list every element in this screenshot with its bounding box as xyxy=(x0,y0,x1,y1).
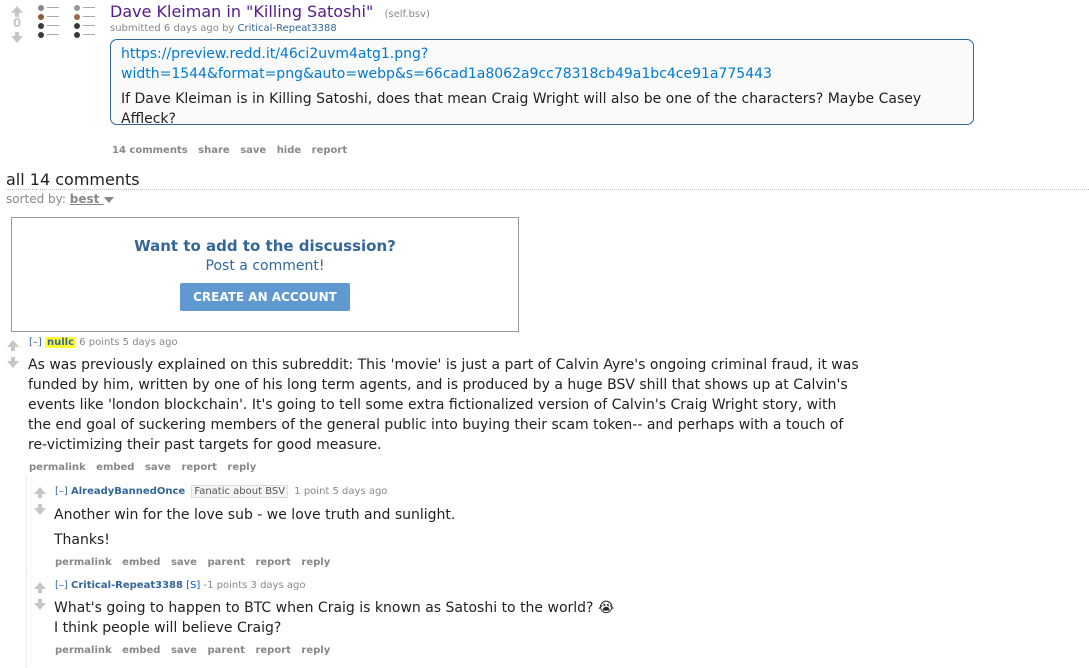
collapse-toggle[interactable]: [–] xyxy=(55,486,68,497)
comment-line: As was previously explained on this subr… xyxy=(28,357,859,373)
downvote-arrow-icon[interactable] xyxy=(34,603,46,610)
comment-actions: permalink embed save report reply xyxy=(29,462,263,473)
reply-link[interactable]: reply xyxy=(227,462,256,473)
create-account-button[interactable]: CREATE AN ACCOUNT xyxy=(180,283,350,311)
post-domain[interactable]: (self.bsv) xyxy=(384,9,429,20)
parent-link[interactable]: parent xyxy=(207,557,245,568)
selftext-box: https://preview.redd.it/46ci2uvm4atg1.pn… xyxy=(110,39,974,127)
comment-meta: -1 points 3 days ago xyxy=(203,580,306,591)
post-score: 0 xyxy=(12,16,22,30)
submitter-tag: [S] xyxy=(186,580,201,591)
comment-author[interactable]: AlreadyBannedOnce xyxy=(71,486,185,497)
save-link[interactable]: save xyxy=(240,145,266,156)
comment-line: Another win for the love sub - we love t… xyxy=(54,507,456,523)
permalink-link[interactable]: permalink xyxy=(29,462,86,473)
comments-title: all 14 comments xyxy=(6,170,140,189)
comment-line: re-victimizing their past targets for go… xyxy=(28,437,382,453)
sorted-by-label: sorted by: xyxy=(6,192,66,206)
comment-line-text: What's going to happen to BTC when Craig… xyxy=(54,600,594,616)
downvote-arrow-icon[interactable] xyxy=(34,508,46,515)
selftext-line1: If Dave Kleiman is in Killing Satoshi, d… xyxy=(121,91,922,107)
selftext-body: If Dave Kleiman is in Killing Satoshi, d… xyxy=(121,89,963,129)
post-title-row: Dave Kleiman in "Killing Satoshi" (self.… xyxy=(110,2,430,21)
chevron-down-icon[interactable] xyxy=(103,196,114,203)
comments-divider xyxy=(6,189,1089,190)
comment-meta: 6 points 5 days ago xyxy=(79,337,178,348)
comment-actions: permalink embed save parent report reply xyxy=(55,557,337,568)
comment-body: Another win for the love sub - we love t… xyxy=(54,505,854,550)
post-author[interactable]: Critical-Repeat3388 xyxy=(237,23,336,34)
comment-line: What's going to happen to BTC when Craig… xyxy=(54,598,854,618)
comment-line: I think people will believe Craig? xyxy=(54,620,282,636)
report-link[interactable]: report xyxy=(181,462,216,473)
save-link[interactable]: save xyxy=(171,645,197,656)
post-tagline: submitted 6 days ago by Critical-Repeat3… xyxy=(110,23,337,34)
comment-line: Thanks! xyxy=(54,532,110,548)
permalink-link[interactable]: permalink xyxy=(55,557,112,568)
comment-vote xyxy=(33,582,47,610)
submitted-text: submitted 6 days ago by xyxy=(110,23,235,34)
upvote-arrow-icon[interactable] xyxy=(34,582,46,589)
upvote-arrow-icon[interactable] xyxy=(7,340,19,347)
collapse-toggle[interactable]: [–] xyxy=(29,337,42,348)
preview-link-line2: width=1544&format=png&auto=webp&s=66cad1… xyxy=(121,66,772,82)
save-link[interactable]: save xyxy=(171,557,197,568)
report-link[interactable]: report xyxy=(255,557,290,568)
sort-row: sorted by: best xyxy=(6,192,114,206)
comment-author[interactable]: Critical-Repeat3388 xyxy=(71,580,183,591)
report-link[interactable]: report xyxy=(255,645,290,656)
share-link[interactable]: share xyxy=(198,145,230,156)
thumbnail-2[interactable] xyxy=(74,5,96,43)
child-thread-line xyxy=(26,575,27,668)
downvote-arrow-icon[interactable] xyxy=(7,361,19,368)
collapse-toggle[interactable]: [–] xyxy=(55,580,68,591)
selftext-line2: Affleck? xyxy=(121,111,176,127)
embed-link[interactable]: embed xyxy=(122,645,160,656)
sort-value: best xyxy=(69,192,100,206)
cta-box: Want to add to the discussion? Post a co… xyxy=(11,217,519,332)
embed-link[interactable]: embed xyxy=(122,557,160,568)
parent-link[interactable]: parent xyxy=(207,645,245,656)
comment-vote xyxy=(33,487,47,515)
comment-body: What's going to happen to BTC when Craig… xyxy=(54,598,854,638)
save-link[interactable]: save xyxy=(145,462,171,473)
reply-link[interactable]: reply xyxy=(301,645,330,656)
comment-author[interactable]: nullc xyxy=(45,337,77,348)
cta-heading: Want to add to the discussion? xyxy=(134,237,396,255)
comment-vote xyxy=(6,340,20,368)
post-vote: 0 xyxy=(10,6,24,43)
comment-line: events like 'london blockchain'. It's go… xyxy=(28,397,837,413)
hide-link[interactable]: hide xyxy=(277,145,302,156)
child-thread-line xyxy=(26,477,27,575)
upvote-arrow-icon[interactable] xyxy=(11,6,23,13)
downvote-arrow-icon[interactable] xyxy=(11,36,23,43)
embed-link[interactable]: embed xyxy=(96,462,134,473)
comment-line: funded by him, written by one of his lon… xyxy=(28,377,848,393)
crying-emoji-icon: 😭 xyxy=(597,600,615,616)
preview-link-line1: https://preview.redd.it/46ci2uvm4atg1.pn… xyxy=(121,46,429,62)
comment-tagline: [–] nullc 6 points 5 days ago xyxy=(29,337,178,348)
upvote-arrow-icon[interactable] xyxy=(34,487,46,494)
report-link[interactable]: report xyxy=(312,145,347,156)
comments-link[interactable]: 14 comments xyxy=(112,145,188,156)
permalink-link[interactable]: permalink xyxy=(55,645,112,656)
comment-body: As was previously explained on this subr… xyxy=(28,355,888,455)
post-actions: 14 comments share save hide report xyxy=(112,145,354,156)
reply-link[interactable]: reply xyxy=(301,557,330,568)
post-title[interactable]: Dave Kleiman in "Killing Satoshi" xyxy=(110,2,373,21)
cta-subtext: Post a comment! xyxy=(205,258,325,274)
comment-tagline: [–] Critical-Repeat3388 [S] -1 points 3 … xyxy=(55,580,305,591)
comment-actions: permalink embed save parent report reply xyxy=(55,645,337,656)
comment-line: the end goal of suckering members of the… xyxy=(28,417,844,433)
comment-meta: 1 point 5 days ago xyxy=(294,486,388,497)
sort-dropdown[interactable]: best xyxy=(70,192,104,206)
thumbnail-1[interactable] xyxy=(38,5,60,43)
user-flair: Fanatic about BSV xyxy=(191,485,289,498)
preview-link[interactable]: https://preview.redd.it/46ci2uvm4atg1.pn… xyxy=(121,46,772,82)
comment-tagline: [–] AlreadyBannedOnce Fanatic about BSV … xyxy=(55,485,388,498)
